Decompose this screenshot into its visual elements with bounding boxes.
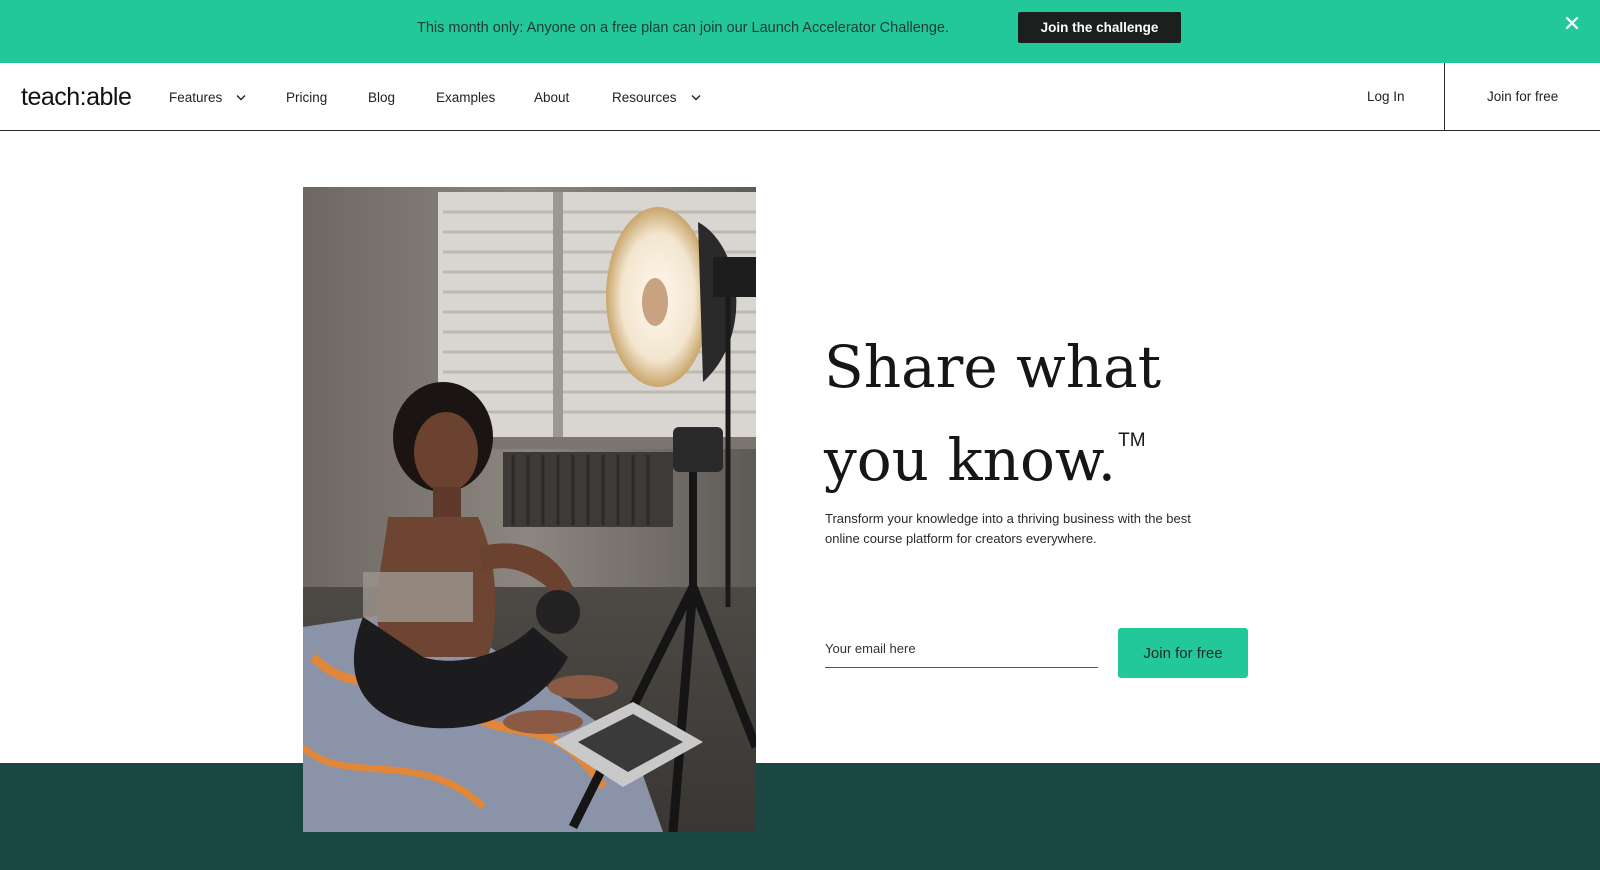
nav-item-features[interactable]: Features — [169, 90, 246, 105]
nav-item-about[interactable]: About — [534, 90, 569, 105]
nav-item-resources[interactable]: Resources — [612, 90, 701, 105]
chevron-down-icon — [691, 95, 701, 101]
creator-filming-illustration — [303, 187, 756, 832]
nav-item-label: Pricing — [286, 90, 328, 105]
email-input[interactable] — [825, 630, 1098, 668]
hero-subtitle: Transform your knowledge into a thriving… — [825, 511, 1191, 546]
nav-item-examples[interactable]: Examples — [436, 90, 495, 105]
trademark-symbol: TM — [1118, 430, 1146, 451]
close-icon[interactable] — [1563, 14, 1581, 32]
nav-item-label: Examples — [436, 90, 496, 105]
join-challenge-button[interactable]: Join the challenge — [1018, 12, 1181, 43]
nav-item-blog[interactable]: Blog — [368, 90, 395, 105]
nav-item-label: About — [534, 90, 570, 105]
nav-item-label: Blog — [368, 90, 396, 105]
promo-banner: This month only: Anyone on a free plan c… — [0, 0, 1600, 63]
teachable-logo[interactable]: teach:able — [21, 83, 132, 112]
main-nav: teach:able Features Pricing Blog Example… — [0, 63, 1600, 131]
login-link[interactable]: Log In — [1367, 89, 1405, 104]
nav-item-label: Features — [169, 90, 223, 105]
join-for-free-nav-button[interactable]: Join for free — [1487, 89, 1558, 104]
nav-item-label: Resources — [612, 90, 677, 105]
chevron-down-icon — [236, 95, 246, 101]
nav-divider — [1444, 63, 1445, 131]
hero-image — [303, 187, 756, 832]
nav-item-pricing[interactable]: Pricing — [286, 90, 327, 105]
promo-banner-text: This month only: Anyone on a free plan c… — [417, 20, 950, 36]
dark-section-band — [0, 763, 1600, 870]
hero-title: Share what you know. TM — [824, 330, 1284, 497]
hero-title-text: Share what you know. — [824, 333, 1162, 494]
join-for-free-button[interactable]: Join for free — [1118, 628, 1248, 678]
